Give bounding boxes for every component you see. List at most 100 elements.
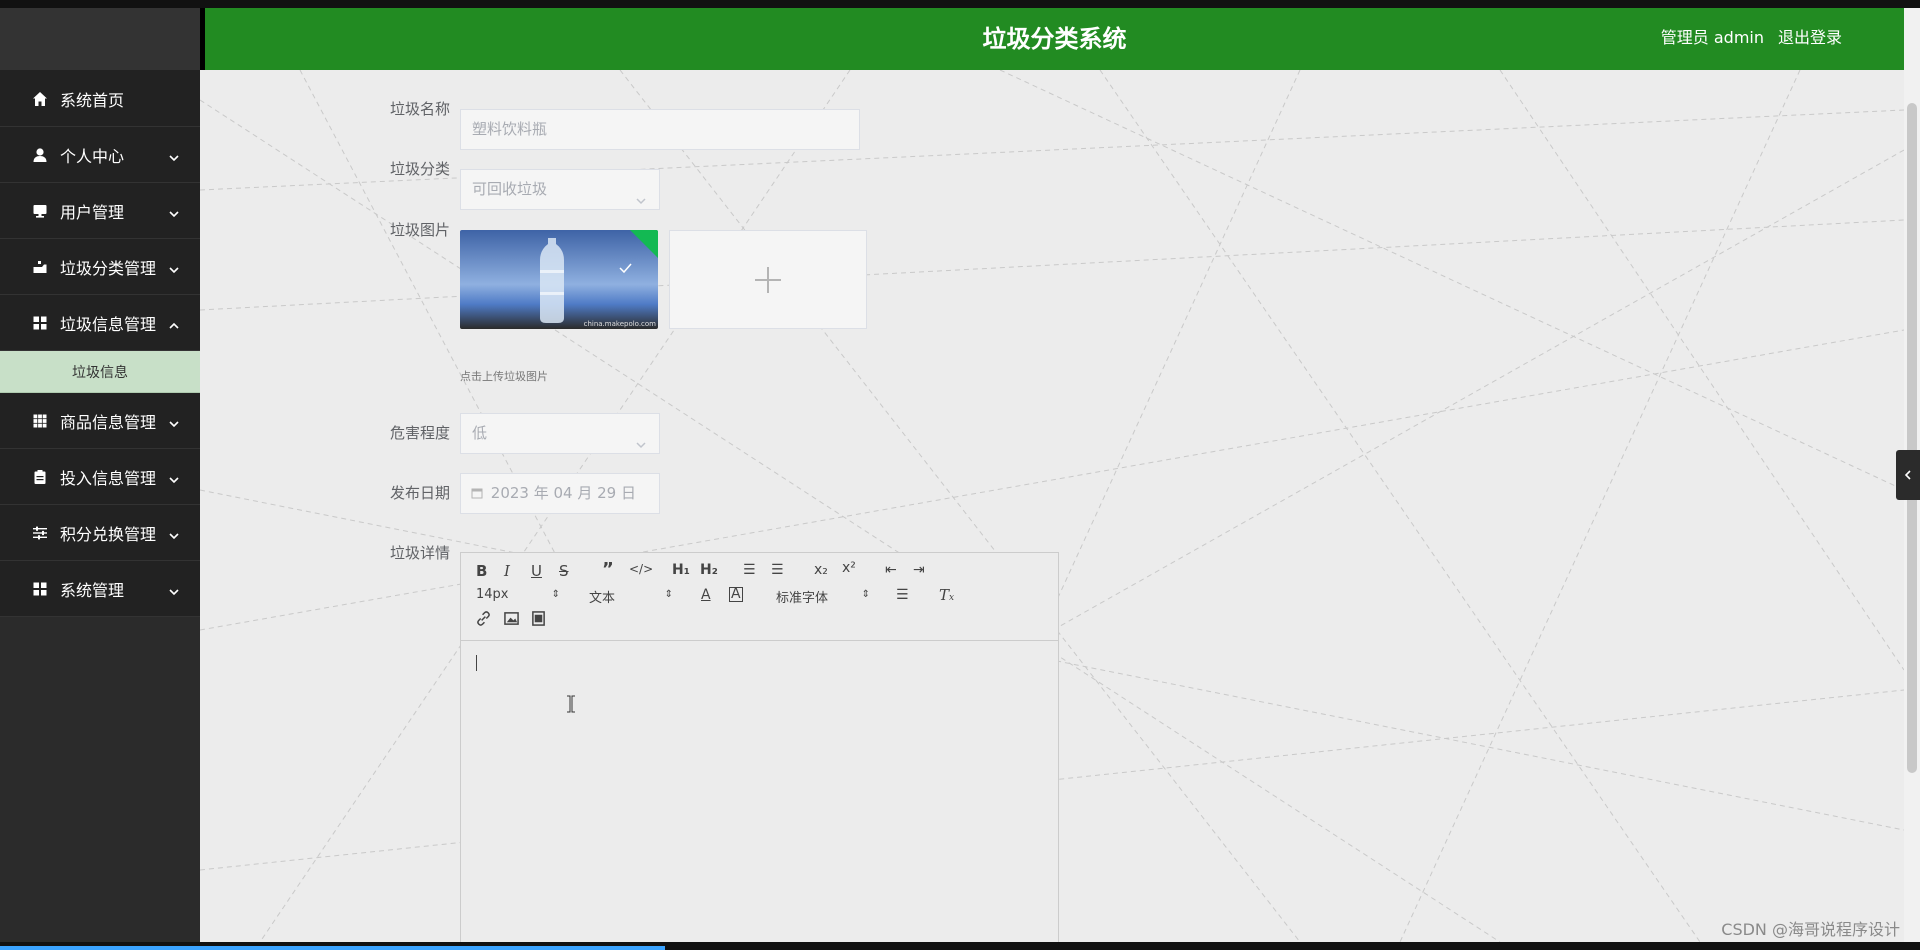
- image-caption: china.makepolo.com: [584, 320, 657, 328]
- sidebar-item-label: 垃圾分类管理: [60, 258, 157, 278]
- updown-icon: ⇕: [861, 589, 870, 600]
- chevron-down-icon: [168, 471, 180, 483]
- underline-icon[interactable]: U: [531, 562, 542, 580]
- editor-toolbar: B I U S ” </> H₁ H₂ ☰ ☰ x₂ x² ⇤ ⇥ 14px ⇕…: [461, 553, 1058, 641]
- app-title: 垃圾分类系统: [982, 25, 1127, 53]
- sidebar-item-label: 商品信息管理: [60, 412, 157, 432]
- font-size-picker[interactable]: 14px ⇕: [476, 587, 560, 602]
- grid-icon: [32, 581, 48, 597]
- side-drawer-toggle[interactable]: [1896, 450, 1920, 500]
- top-header: 垃圾分类系统 管理员 admin 退出登录: [205, 8, 1904, 70]
- hazard-level-value: 低: [472, 424, 488, 442]
- table-icon: [32, 413, 48, 429]
- image-icon[interactable]: [504, 611, 519, 630]
- sidebar-item-goods[interactable]: 商品信息管理: [0, 393, 200, 449]
- hazard-level-select[interactable]: 低: [460, 413, 660, 454]
- chevron-left-icon: [1904, 470, 1911, 480]
- sidebar-item-label: 投入信息管理: [60, 468, 157, 488]
- chevron-up-icon: [168, 317, 180, 329]
- upload-tip: 点击上传垃圾图片: [460, 370, 548, 383]
- font-family-value: 标准字体: [776, 591, 829, 606]
- header-picker[interactable]: 文本 ⇕: [589, 587, 673, 606]
- chevron-down-icon: [168, 149, 180, 161]
- sidebar-item-users[interactable]: 用户管理: [0, 183, 200, 239]
- garbage-category-label: 垃圾分类: [389, 160, 450, 178]
- image-upload-button[interactable]: [669, 230, 867, 329]
- publish-date-value: 2023 年 04 月 29 日: [490, 484, 636, 502]
- font-color-icon[interactable]: A: [701, 587, 711, 603]
- scrollbar-thumb[interactable]: [1907, 103, 1917, 773]
- chevron-down-icon: [168, 205, 180, 217]
- window-top-strip: [0, 0, 1920, 8]
- sidebar-item-input-info[interactable]: 投入信息管理: [0, 449, 200, 505]
- sidebar-item-garbage-info[interactable]: 垃圾信息管理: [0, 295, 200, 351]
- chevron-down-icon: [168, 583, 180, 595]
- ibeam-cursor-icon: [567, 695, 575, 713]
- monitor-icon: [32, 203, 48, 219]
- hazard-level-label: 危害程度: [389, 424, 450, 442]
- updown-icon: ⇕: [551, 589, 560, 600]
- detail-label: 垃圾详情: [389, 544, 450, 562]
- sidebar-item-label: 系统首页: [60, 90, 125, 110]
- chevron-down-icon: [635, 427, 647, 449]
- chevron-down-icon: [635, 183, 647, 205]
- blockquote-icon[interactable]: ”: [602, 559, 614, 580]
- home-icon: [32, 91, 48, 107]
- recycle-icon: [32, 259, 48, 275]
- sidebar-item-label: 用户管理: [60, 202, 125, 222]
- updown-icon: ⇕: [664, 589, 673, 600]
- superscript-icon[interactable]: x²: [842, 560, 856, 576]
- sidebar-item-label: 积分兑换管理: [60, 524, 157, 544]
- editor-content-area[interactable]: [461, 642, 1058, 942]
- sidebar-item-label: 系统管理: [60, 580, 125, 600]
- main-content: 垃圾名称 塑料饮料瓶 垃圾分类 可回收垃圾 垃圾图片 china.makepol…: [200, 70, 1904, 942]
- chevron-down-icon: [168, 527, 180, 539]
- font-family-picker[interactable]: 标准字体 ⇕: [776, 587, 870, 606]
- garbage-image-label: 垃圾图片: [389, 221, 450, 239]
- chevron-down-icon: [168, 261, 180, 273]
- video-icon[interactable]: [531, 611, 546, 630]
- csdn-watermark: CSDN @海哥说程序设计: [1721, 920, 1900, 939]
- chevron-down-icon: [168, 415, 180, 427]
- sidebar-item-garbage-category[interactable]: 垃圾分类管理: [0, 239, 200, 295]
- clipboard-icon: [32, 469, 48, 485]
- garbage-category-select[interactable]: 可回收垃圾: [460, 169, 660, 210]
- garbage-name-label: 垃圾名称: [389, 100, 450, 118]
- link-icon[interactable]: [476, 611, 491, 630]
- bullet-list-icon[interactable]: ☰: [771, 562, 784, 578]
- ordered-list-icon[interactable]: ☰: [743, 562, 756, 578]
- publish-date-label: 发布日期: [389, 484, 450, 502]
- subscript-icon[interactable]: x₂: [814, 562, 828, 578]
- garbage-name-input[interactable]: 塑料饮料瓶: [460, 109, 860, 150]
- logout-button[interactable]: 退出登录: [1778, 8, 1842, 68]
- sidebar-subitem-garbage-info[interactable]: 垃圾信息: [0, 351, 200, 393]
- sidebar-item-points-exchange[interactable]: 积分兑换管理: [0, 505, 200, 561]
- font-size-value: 14px: [476, 587, 509, 602]
- sliders-icon: [32, 525, 48, 541]
- strike-icon[interactable]: S: [559, 562, 569, 580]
- sidebar-logo-area: [0, 8, 200, 71]
- sidebar-item-label: 个人中心: [60, 146, 125, 166]
- code-block-icon[interactable]: </>: [629, 562, 653, 576]
- uploaded-image-thumbnail[interactable]: china.makepolo.com: [460, 230, 658, 329]
- garbage-category-value: 可回收垃圾: [472, 180, 548, 198]
- user-label: 管理员 admin: [1660, 28, 1764, 47]
- indent-icon[interactable]: ⇥: [913, 562, 925, 578]
- outdent-icon[interactable]: ⇤: [885, 562, 897, 578]
- sidebar-item-profile[interactable]: 个人中心: [0, 127, 200, 183]
- publish-date-input[interactable]: 2023 年 04 月 29 日: [460, 473, 660, 514]
- h2-icon[interactable]: H₂: [700, 562, 718, 578]
- h1-icon[interactable]: H₁: [672, 562, 690, 578]
- plus-icon: [755, 266, 781, 293]
- italic-icon[interactable]: I: [504, 562, 510, 580]
- sidebar-item-label: 垃圾信息管理: [60, 314, 157, 334]
- sidebar-item-home[interactable]: 系统首页: [0, 71, 200, 127]
- background-color-icon[interactable]: A: [729, 587, 743, 602]
- clean-icon[interactable]: Tx: [939, 586, 954, 604]
- grid-icon: [32, 315, 48, 331]
- bold-icon[interactable]: B: [476, 562, 487, 580]
- sidebar-item-system[interactable]: 系统管理: [0, 561, 200, 617]
- align-icon[interactable]: ☰: [896, 587, 909, 603]
- user-icon: [32, 147, 48, 163]
- sidebar: 系统首页 个人中心 用户管理 垃圾分类管理 垃圾信息管理 垃圾信息 商品信息管理…: [0, 8, 200, 942]
